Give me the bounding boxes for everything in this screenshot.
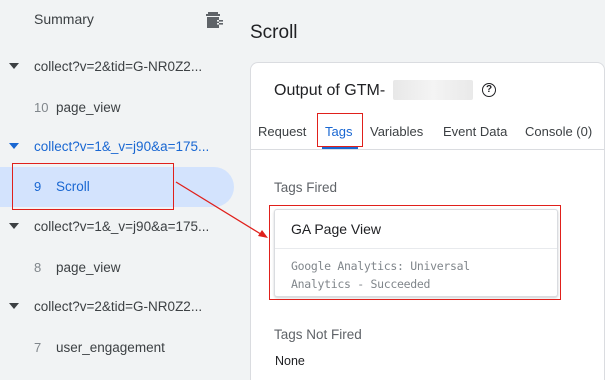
event-number: 7: [34, 340, 42, 355]
tab-variables[interactable]: Variables: [370, 124, 423, 139]
caret-down-icon[interactable]: [9, 223, 19, 229]
sidebar-event-item[interactable]: 7 user_engagement: [0, 335, 245, 361]
trash-icon[interactable]: [203, 10, 223, 30]
tab-event-data[interactable]: Event Data: [443, 124, 507, 139]
caret-down-icon[interactable]: [9, 63, 19, 69]
card-heading: Output of GTM-: [274, 82, 386, 99]
sidebar-group-collect[interactable]: collect?v=1&_v=j90&a=175...: [0, 215, 245, 241]
sidebar-group-collect[interactable]: collect?v=2&tid=G-NR0Z2...: [0, 55, 245, 81]
sidebar-group-label: collect?v=1&_v=j90&a=175...: [34, 219, 210, 234]
sidebar-group-collect[interactable]: collect?v=2&tid=G-NR0Z2...: [0, 295, 245, 321]
app-root: Summary collect?v=2&tid=G-NR0Z2... 10 pa…: [0, 0, 605, 380]
sidebar-group-label: collect?v=1&_v=j90&a=175...: [34, 139, 210, 154]
event-name: user_engagement: [56, 340, 165, 355]
tab-console[interactable]: Console (0): [525, 124, 592, 139]
annotation-box-scroll: [12, 163, 174, 210]
tags-not-fired-heading: Tags Not Fired: [274, 327, 362, 342]
sidebar-group-label: collect?v=2&tid=G-NR0Z2...: [34, 59, 203, 74]
tab-bar: Request Tags Variables Event Data Consol…: [250, 113, 605, 150]
caret-down-icon[interactable]: [9, 143, 19, 149]
sidebar-group-collect[interactable]: collect?v=1&_v=j90&a=175...: [0, 135, 245, 161]
event-name: page_view: [56, 100, 121, 115]
caret-down-icon[interactable]: [9, 303, 19, 309]
event-name: page_view: [56, 260, 121, 275]
sidebar-event-item[interactable]: 8 page_view: [0, 255, 245, 281]
help-icon[interactable]: ?: [482, 83, 496, 97]
annotation-box-tag-card: [269, 205, 561, 300]
tags-fired-heading: Tags Fired: [274, 180, 338, 195]
tags-not-fired-value: None: [275, 354, 305, 368]
event-number: 8: [34, 260, 42, 275]
event-number: 10: [34, 100, 49, 115]
page-title: Scroll: [250, 22, 298, 43]
annotation-box-tags-tab: [317, 113, 363, 147]
tab-request[interactable]: Request: [258, 124, 306, 139]
redacted-container-id: [393, 80, 473, 100]
sidebar-group-label: collect?v=2&tid=G-NR0Z2...: [34, 299, 203, 314]
sidebar-event-item[interactable]: 10 page_view: [0, 95, 245, 121]
summary-item[interactable]: Summary: [34, 11, 94, 27]
